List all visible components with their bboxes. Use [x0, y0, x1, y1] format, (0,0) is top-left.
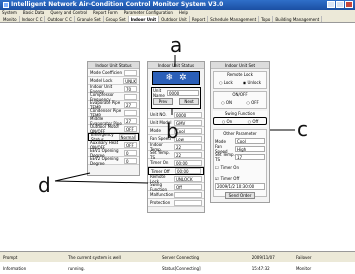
tab-bar: Monito Indoor C C Outdoor C C Granule Se… — [0, 16, 355, 23]
tab-outdoor-cc[interactable]: Outdoor C C — [45, 16, 75, 22]
user-label: Failover Monitor — [295, 255, 312, 271]
annotation-b: b — [166, 119, 179, 143]
tab-outdoor-unit[interactable]: Outdoor Unit — [159, 16, 190, 22]
tab-indoor-cc[interactable]: Indoor C C — [20, 16, 46, 22]
minimize-button[interactable] — [327, 1, 335, 8]
app-icon — [3, 2, 9, 8]
close-button[interactable] — [345, 1, 353, 8]
tab-indoor-unit[interactable]: Indoor Unit — [128, 16, 160, 22]
server-status: Server Connecting Status[Connecting] — [161, 255, 201, 271]
tab-group-set[interactable]: Group Set — [104, 16, 129, 22]
maximize-button[interactable] — [336, 1, 344, 8]
prompt-label: Prompt Information — [3, 255, 27, 271]
status-bar: Prompt Information The current system is… — [0, 251, 355, 271]
annotation-a: a — [170, 33, 183, 57]
callout-line-d1 — [54, 172, 91, 182]
window-controls — [327, 1, 353, 8]
callout-line-d2 — [54, 180, 149, 184]
tab-schedule[interactable]: Schedule Management — [208, 16, 260, 22]
datetime: 2009/11/07 15:47:32 — [251, 255, 275, 271]
tab-granule-set[interactable]: Granule Set — [75, 16, 104, 22]
tab-building[interactable]: Building Management — [273, 16, 323, 22]
tab-monito[interactable]: Monito — [1, 16, 20, 22]
tab-report[interactable]: Report — [190, 16, 209, 22]
annotation-d: d — [38, 173, 51, 197]
annotation-c: c — [297, 117, 308, 141]
status-message: The current system is well running. — [68, 255, 121, 271]
tab-topo[interactable]: Topo — [259, 16, 274, 22]
title-bar: Intelligent Network Air-Condition Contro… — [0, 0, 355, 10]
window-title: Intelligent Network Air-Condition Contro… — [11, 1, 224, 8]
work-area: Indoor Unit Status Mode Coefficien Model… — [0, 23, 355, 251]
